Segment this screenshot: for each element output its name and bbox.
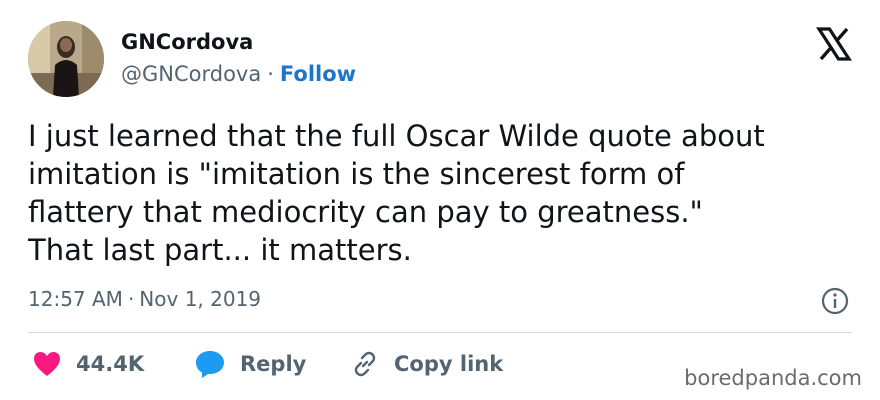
x-logo-icon[interactable]	[816, 26, 852, 62]
copy-link-label: Copy link	[394, 352, 504, 376]
like-button[interactable]: 44.4K	[32, 348, 144, 380]
reply-bubble-icon	[194, 349, 226, 379]
reply-button[interactable]: Reply	[194, 348, 306, 380]
watermark: boredpanda.com	[684, 366, 862, 390]
tweet-card: GNCordova @GNCordova · Follow I just learn…	[0, 0, 880, 400]
avatar[interactable]	[28, 21, 104, 97]
info-icon[interactable]	[820, 286, 850, 316]
display-name[interactable]: GNCordova	[121, 30, 253, 54]
separator-dot: ·	[267, 62, 274, 86]
follow-button[interactable]: Follow	[280, 62, 356, 86]
tweet-time: 12:57 AM	[28, 287, 123, 311]
heart-icon	[32, 350, 62, 378]
handle[interactable]: @GNCordova	[121, 62, 261, 86]
tweet-date: Nov 1, 2019	[139, 287, 262, 311]
likes-count: 44.4K	[76, 352, 145, 376]
copy-link-button[interactable]: Copy link	[350, 348, 503, 380]
tweet-text: I just learned that the full Oscar Wilde…	[28, 119, 765, 267]
link-icon	[350, 349, 380, 379]
reply-label: Reply	[240, 352, 307, 376]
divider	[28, 332, 852, 333]
handle-row: @GNCordova · Follow	[121, 62, 356, 86]
timestamp[interactable]: 12:57 AM · Nov 1, 2019	[28, 287, 261, 311]
separator-dot: ·	[127, 287, 135, 311]
avatar-photo-icon	[28, 21, 104, 97]
